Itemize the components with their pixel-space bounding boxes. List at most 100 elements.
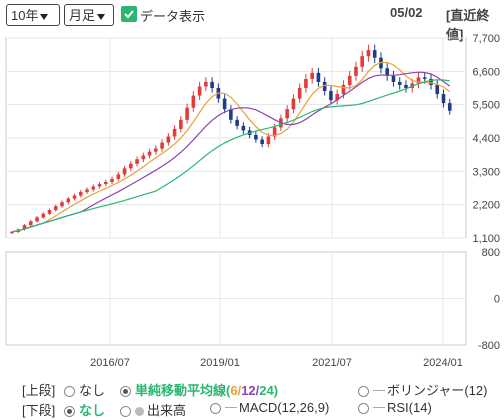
candle-body xyxy=(172,128,177,137)
candle-body xyxy=(285,109,289,119)
candle-body xyxy=(435,84,440,95)
radio-icon xyxy=(120,386,131,397)
price-tick-label: 4,400 xyxy=(472,133,500,145)
lower-label: [下段] xyxy=(22,403,56,418)
rsi-label: RSI(14) xyxy=(387,400,432,415)
candle-body xyxy=(422,77,427,79)
price-axis: 7,700 6,600 5,500 4,400 3,300 2,200 1,100 xyxy=(472,33,500,245)
moving-average-line xyxy=(11,79,450,233)
candle-body xyxy=(147,151,152,156)
candle-body xyxy=(179,119,183,129)
candle-body xyxy=(166,136,171,143)
candle-body xyxy=(260,139,264,145)
candle-body xyxy=(122,168,127,175)
candle-body xyxy=(35,217,39,222)
oscillator-tick-label: 800 xyxy=(482,247,500,259)
candle-body xyxy=(441,94,446,104)
candle-body xyxy=(60,202,64,207)
line-icon xyxy=(373,407,385,408)
upper-bollinger-option[interactable]: ボリンジャー(12) xyxy=(358,380,487,399)
lower-macd-option[interactable]: MACD(12,26,9) xyxy=(210,400,329,415)
chart-area: 7,700 6,600 5,500 4,400 3,300 2,200 1,100 800 0… xyxy=(5,33,500,369)
radio-icon xyxy=(64,386,75,397)
lower-controls: [下段] なし 出来高 MACD(12,26,9) RSI(14) xyxy=(0,400,504,418)
sma-12-label: 12/ xyxy=(241,383,260,398)
oscillator-tick-label: 0 xyxy=(494,294,500,306)
sma-24-label: 24) xyxy=(259,383,279,398)
price-tick-label: 2,200 xyxy=(472,200,500,212)
candle-body xyxy=(210,81,214,88)
candle-body xyxy=(72,195,77,199)
candle-body xyxy=(116,174,121,179)
price-tick-label: 7,700 xyxy=(472,33,500,45)
candle-body xyxy=(197,86,202,96)
time-tick-label: 2016/07 xyxy=(90,357,130,369)
time-tick-label: 2024/01 xyxy=(423,357,463,369)
candle-body xyxy=(66,198,71,203)
moving-average-lines xyxy=(11,61,451,233)
candle-body xyxy=(135,159,139,164)
lower-volume-option[interactable]: 出来高 xyxy=(120,400,186,419)
candle-body xyxy=(28,221,33,226)
upper-none-label: なし xyxy=(79,383,106,398)
lower-none-label: なし xyxy=(79,403,106,418)
candle-body xyxy=(372,50,377,58)
candle-body xyxy=(235,119,239,126)
candle-body xyxy=(341,84,346,95)
upper-controls: [上段] なし 単純移動平均線(6/12/24) ボリンジャー(12) xyxy=(0,380,504,398)
candle-body xyxy=(329,91,333,101)
candle-body xyxy=(78,191,83,196)
candle-body xyxy=(266,136,271,145)
price-tick-label: 6,600 xyxy=(472,66,500,78)
candle-body xyxy=(154,148,158,152)
candle-body xyxy=(391,75,396,82)
oscillator-grid xyxy=(5,251,467,346)
dot-icon xyxy=(135,407,144,416)
bollinger-label: ボリンジャー(12) xyxy=(387,383,488,398)
oscillator-axis: 800 0 -800 xyxy=(478,247,500,352)
price-tick-label: 1,100 xyxy=(472,233,500,245)
candle-body xyxy=(204,81,208,87)
candle-body xyxy=(397,81,402,85)
candle-body xyxy=(297,88,302,99)
candle-body xyxy=(91,186,96,190)
sma-6-label: 6/ xyxy=(230,383,242,398)
candle-body xyxy=(53,206,58,211)
oscillator-tick-label: -800 xyxy=(478,340,500,352)
candle-body xyxy=(404,84,408,88)
candle-body xyxy=(104,181,108,185)
radio-icon xyxy=(120,406,131,417)
candle-body xyxy=(110,178,114,182)
price-tick-label: 5,500 xyxy=(472,100,500,112)
radio-icon xyxy=(358,386,369,397)
candle-body xyxy=(304,78,308,88)
upper-none-option[interactable]: なし xyxy=(64,380,105,399)
candle-body xyxy=(85,189,89,192)
radio-icon xyxy=(358,403,369,414)
candle-body xyxy=(47,210,52,214)
price-tick-label: 3,300 xyxy=(472,166,500,178)
sma-label: 単純移動平均線( xyxy=(135,383,231,398)
candle-body xyxy=(291,98,296,110)
candle-body xyxy=(129,163,133,169)
upper-sma-option[interactable]: 単純移動平均線(6/12/24) xyxy=(120,380,278,399)
candle-body xyxy=(191,95,196,108)
volume-label: 出来高 xyxy=(147,403,187,418)
candle-body xyxy=(229,109,233,120)
candle-body xyxy=(310,72,314,79)
radio-icon xyxy=(64,406,75,417)
candle-body xyxy=(41,213,46,218)
time-tick-label: 2019/01 xyxy=(200,357,240,369)
candle-body xyxy=(316,72,321,82)
time-tick-label: 2021/07 xyxy=(312,357,352,369)
candle-body xyxy=(160,142,164,149)
moving-average-line xyxy=(11,61,451,233)
candle-body xyxy=(360,56,364,67)
candle-body xyxy=(354,66,358,76)
candle-body xyxy=(222,98,227,110)
lower-none-option[interactable]: なし xyxy=(64,400,105,419)
macd-label: MACD(12,26,9) xyxy=(239,400,330,415)
line-icon xyxy=(225,407,237,408)
candle-body xyxy=(141,155,146,160)
lower-rsi-option[interactable]: RSI(14) xyxy=(358,400,432,415)
